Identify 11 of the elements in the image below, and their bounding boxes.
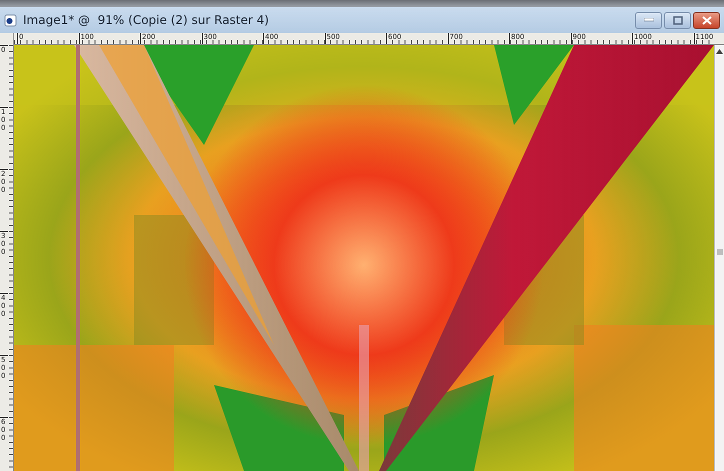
app-icon — [4, 14, 17, 26]
maximize-icon — [672, 16, 682, 24]
scroll-grip-icon[interactable] — [716, 249, 722, 255]
maximize-button[interactable] — [664, 12, 691, 28]
minimize-icon — [644, 18, 654, 22]
window-title: Image1* @ 91% (Copie (2) sur Raster 4) — [23, 13, 270, 27]
minimize-button[interactable] — [635, 12, 662, 28]
close-button[interactable] — [693, 12, 720, 28]
vertical-scrollbar[interactable] — [714, 45, 724, 471]
close-icon — [702, 16, 712, 24]
scroll-up-arrow-icon[interactable] — [716, 49, 723, 54]
